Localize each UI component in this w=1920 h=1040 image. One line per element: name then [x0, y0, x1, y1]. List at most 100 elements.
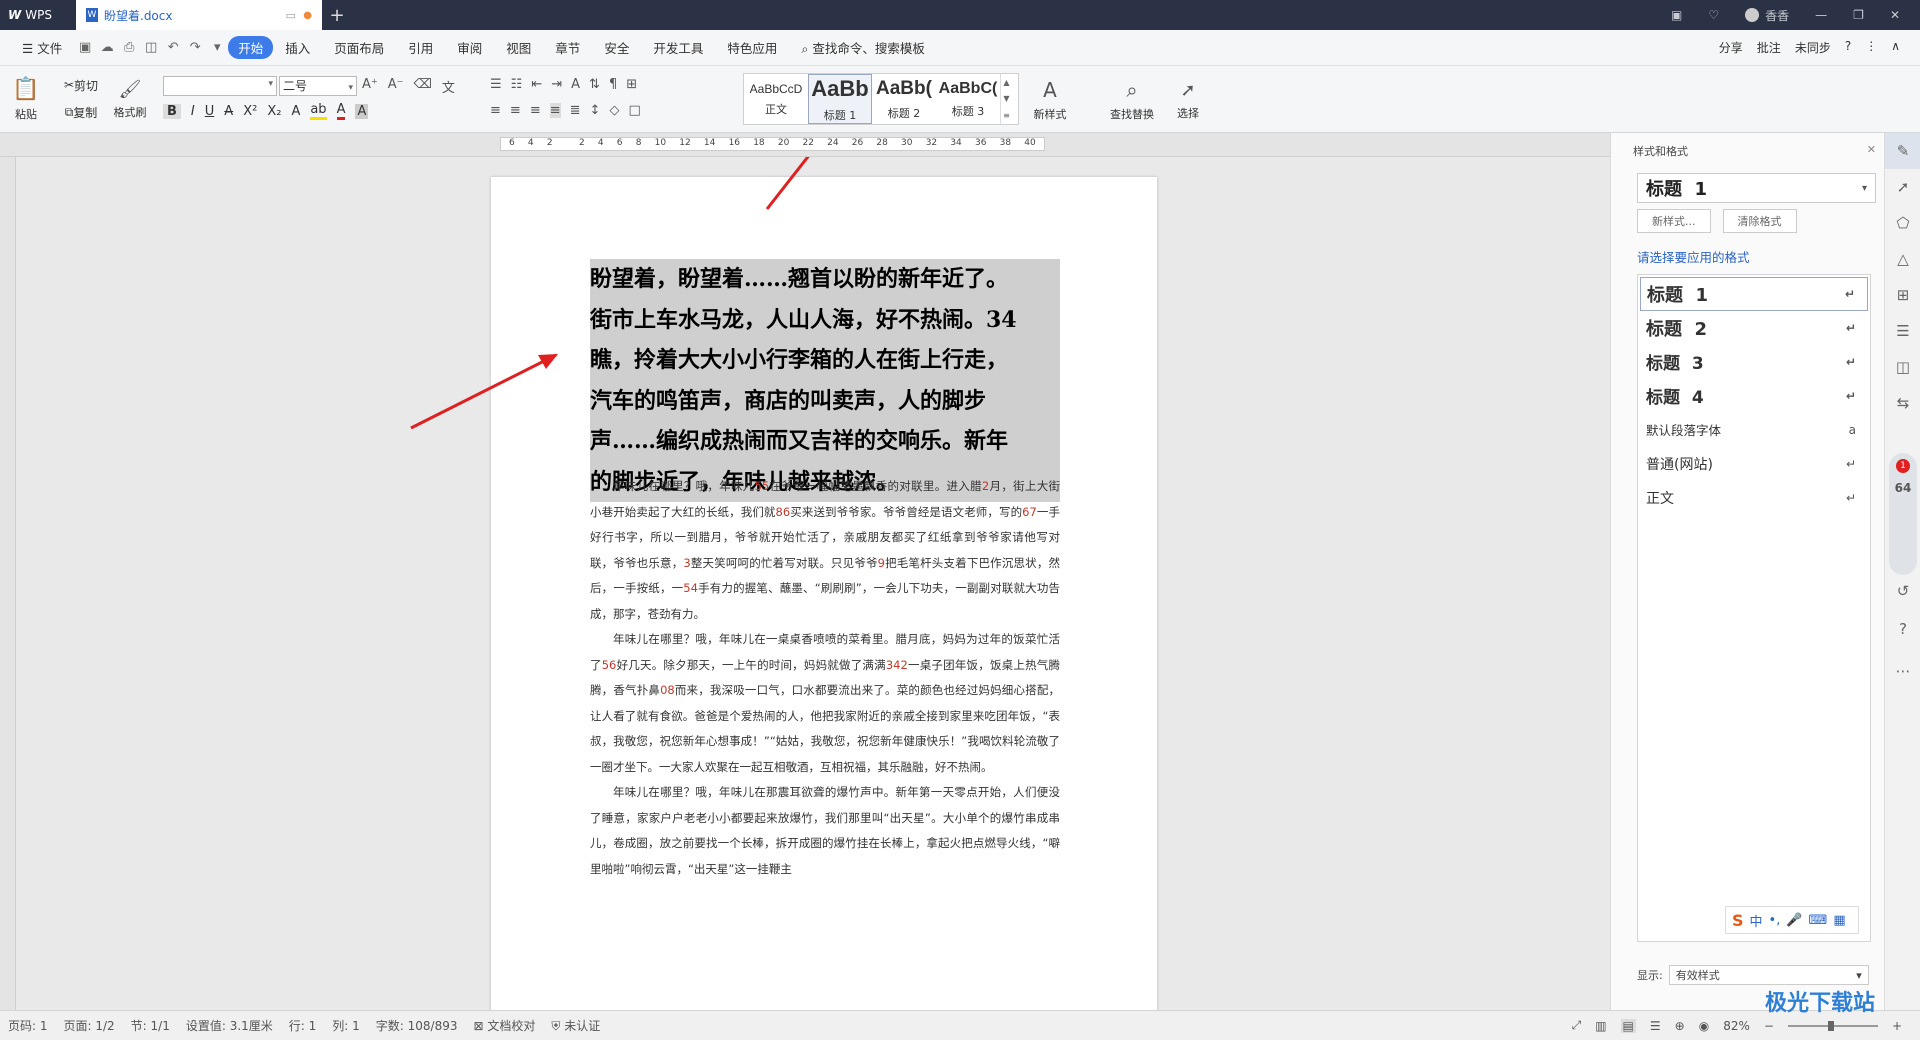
style-normal[interactable]: AaBbCcD 正文 [744, 74, 808, 124]
status-word-count[interactable]: 字数: 108/893 [376, 1017, 458, 1034]
style-heading1[interactable]: AaBb 标题 1 [808, 74, 872, 124]
file-menu[interactable]: ☰ 文件 [10, 38, 74, 57]
style-pane-icon[interactable]: ✎ [1885, 133, 1920, 169]
style-list-item[interactable]: 标题 2 ↵ [1640, 311, 1868, 345]
gallery-up-icon[interactable]: ▲ [1003, 78, 1009, 87]
align-right-icon[interactable]: ≡ [530, 103, 541, 118]
italic-icon[interactable]: I [191, 104, 195, 119]
style-heading2[interactable]: AaBb( 标题 2 [872, 74, 936, 124]
underline-icon[interactable]: U [205, 104, 215, 119]
wps-home-tab[interactable]: W WPS [0, 0, 76, 30]
tab-layout[interactable]: 页面布局 [322, 38, 396, 57]
history-icon[interactable]: ↺ [1885, 573, 1920, 609]
decrease-indent-icon[interactable]: ⇤ [531, 77, 542, 92]
style-list-item[interactable]: 正文 ↵ [1640, 481, 1868, 515]
monitor-icon[interactable]: ▭ [286, 9, 296, 22]
text-direction-icon[interactable]: A [571, 77, 580, 92]
sync-button[interactable]: 未同步 [1795, 39, 1831, 56]
document-page[interactable]: 盼望着，盼望着……翘首以盼的新年近了。 街市上车水马龙，人山人海，好不热闹。34… [491, 177, 1157, 1010]
chinese-mode-icon[interactable]: 中 [1750, 911, 1763, 930]
tab-view[interactable]: 视图 [494, 38, 543, 57]
show-filter-select[interactable]: 有效样式 ▾ [1668, 965, 1869, 985]
phonetic-icon[interactable]: 文 [442, 77, 455, 96]
align-left-icon[interactable]: ≡ [490, 103, 501, 118]
ime-toolbar[interactable]: S 中 •, 🎤 ⌨ ▦ [1725, 906, 1859, 934]
property-icon[interactable]: △ [1885, 241, 1920, 277]
speed-widget[interactable]: 1 64 [1889, 453, 1917, 575]
format-painter-button[interactable]: 🖌 格式刷 [110, 74, 150, 124]
read-mode-icon[interactable]: ▥ [1595, 1019, 1606, 1033]
outline-view-icon[interactable]: ☰ [1650, 1019, 1661, 1033]
table-icon[interactable]: ⊞ [626, 77, 637, 92]
clear-format-button[interactable]: 清除格式 [1722, 209, 1797, 233]
tab-security[interactable]: 安全 [592, 38, 641, 57]
command-search[interactable]: ⌕ 查找命令、搜索模板 [789, 38, 937, 57]
new-style-button[interactable]: A 新样式 [1026, 74, 1074, 126]
close-icon[interactable]: ✕ [1867, 143, 1876, 159]
highlight-icon[interactable]: ab [310, 102, 327, 120]
punctuation-icon[interactable]: •, [1769, 913, 1781, 928]
zoom-slider[interactable] [1787, 1020, 1878, 1031]
skin-icon[interactable]: ♡ [1708, 8, 1719, 22]
web-view-icon[interactable]: ⊕ [1675, 1019, 1685, 1033]
share-button[interactable]: 分享 [1719, 39, 1743, 56]
comment-button[interactable]: 批注 [1757, 39, 1781, 56]
tab-review[interactable]: 审阅 [445, 38, 494, 57]
increase-indent-icon[interactable]: ⇥ [551, 77, 562, 92]
status-page-number[interactable]: 页码: 1 [8, 1017, 48, 1034]
close-window-icon[interactable]: ✕ [1890, 8, 1900, 22]
clear-format-icon[interactable]: ⌫ [414, 77, 432, 96]
redo-icon[interactable]: ↷ [184, 40, 206, 55]
show-marks-icon[interactable]: ¶ [609, 77, 617, 92]
gallery-expand-icon[interactable]: ≡ [1003, 111, 1010, 120]
new-tab-button[interactable]: + [322, 5, 352, 26]
shape-icon[interactable]: ⬠ [1885, 205, 1920, 241]
tab-chapter[interactable]: 章节 [543, 38, 592, 57]
zoom-level[interactable]: 82% [1723, 1019, 1750, 1033]
style-list-item[interactable]: 标题 3 ↵ [1640, 345, 1868, 379]
translate-icon[interactable]: ⇆ [1885, 385, 1920, 421]
distributed-icon[interactable]: ≣ [570, 103, 581, 118]
number-list-icon[interactable]: ☷ [511, 77, 523, 92]
status-setting[interactable]: 设置值: 3.1厘米 [186, 1017, 273, 1034]
align-center-icon[interactable]: ≡ [510, 103, 521, 118]
heading-selection[interactable]: 盼望着，盼望着……翘首以盼的新年近了。 街市上车水马龙，人山人海，好不热闹。34… [590, 259, 1060, 502]
page-view-icon[interactable]: ▤ [1620, 1018, 1636, 1033]
shading-icon[interactable]: ◇ [609, 103, 619, 118]
preview-icon[interactable]: ◫ [140, 40, 162, 55]
border-icon[interactable]: □ [628, 103, 640, 118]
eye-protect-icon[interactable]: ◉ [1699, 1019, 1709, 1033]
layout-icon[interactable]: ▣ [1671, 8, 1682, 22]
keyboard-icon[interactable]: ⌨ [1809, 913, 1828, 928]
cut-button[interactable]: ✂ 剪切 [56, 75, 106, 95]
bullet-list-icon[interactable]: ☰ [490, 77, 502, 92]
style-heading3[interactable]: AaBbC( 标题 3 [936, 74, 1000, 124]
maximize-icon[interactable]: ❐ [1853, 8, 1864, 22]
font-name-select[interactable]: ▾ [163, 76, 277, 96]
help-icon[interactable]: ? [1845, 39, 1851, 56]
style-list-item[interactable]: 标题 1 ↵ [1640, 277, 1868, 311]
apps-icon[interactable]: ▦ [1833, 913, 1845, 928]
bold-icon[interactable]: B [163, 103, 181, 119]
line-spacing-icon[interactable]: ↕ [590, 103, 601, 118]
print-icon[interactable]: ⎙ [118, 40, 140, 55]
more-quick-icon[interactable]: ▾ [206, 40, 228, 55]
save-icon[interactable]: ▣ [74, 40, 96, 55]
minimize-icon[interactable]: — [1815, 8, 1827, 22]
settings-icon[interactable]: ☰ [1885, 313, 1920, 349]
document-tab[interactable]: W 盼望着.docx ▭ ● [76, 0, 322, 30]
more-icon[interactable]: ⋯ [1885, 653, 1920, 689]
superscript-icon[interactable]: X² [243, 104, 257, 119]
style-list-item[interactable]: 默认段落字体 a [1640, 413, 1868, 447]
gallery-down-icon[interactable]: ▼ [1003, 94, 1009, 103]
text-effect-icon[interactable]: A [291, 104, 300, 119]
sort-icon[interactable]: ⇅ [589, 77, 600, 92]
copy-button[interactable]: ⧉ 复制 [56, 102, 106, 122]
char-shading-icon[interactable]: A [355, 103, 369, 119]
cloud-icon[interactable]: ☁ [96, 40, 118, 55]
select-button[interactable]: ➚ 选择 [1168, 74, 1208, 126]
collapse-ribbon-icon[interactable]: ∧ [1891, 39, 1900, 56]
avatar[interactable]: 香香 [1745, 7, 1789, 24]
status-pages[interactable]: 页面: 1/2 [64, 1017, 115, 1034]
tab-home[interactable]: 开始 [228, 36, 274, 59]
